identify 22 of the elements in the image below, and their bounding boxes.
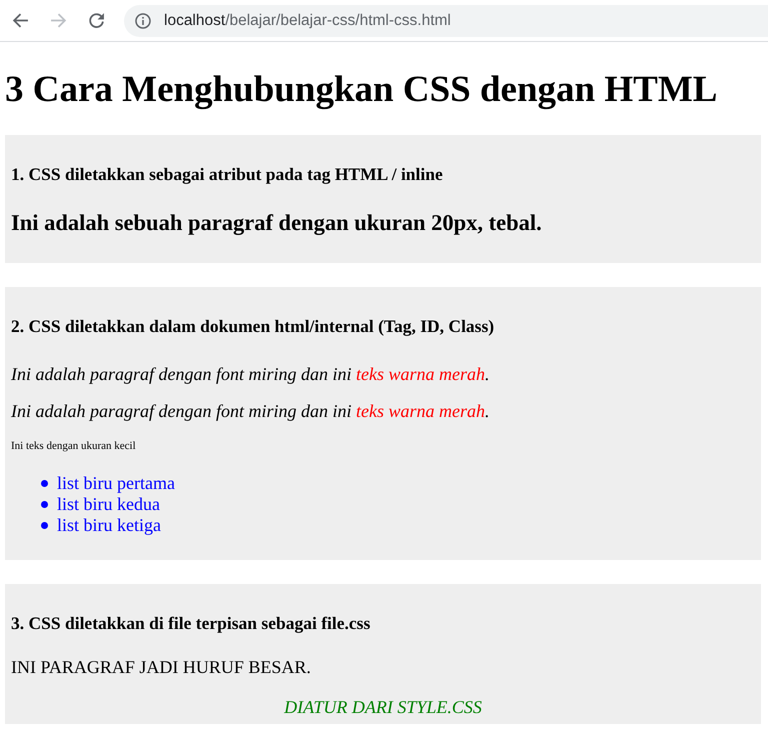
small-text: Ini teks dengan ukuran kecil — [11, 440, 136, 453]
bullet-icon — [41, 480, 48, 487]
list-item: list biru pertama — [57, 473, 175, 494]
list-item: list biru kedua — [57, 494, 160, 515]
left-arrow-icon — [12, 12, 28, 29]
paragraph: INI PARAGRAF JADI HURUF BESAR. — [11, 657, 311, 678]
url-text[interactable]: localhost/belajar/belajar-css/html-css.html — [164, 10, 451, 30]
info-icon — [135, 12, 151, 28]
page-title: 3 Cara Menghubungkan CSS dengan HTML — [5, 68, 718, 111]
section-heading: 3. CSS diletakkan di file terpisan sebagai file.css — [11, 613, 370, 634]
bullet-icon — [41, 501, 48, 508]
section-heading: 1. CSS diletakkan sebagai atribut pada tag HTML / inline — [11, 164, 443, 185]
list-item: list biru ketiga — [57, 515, 161, 536]
paragraph: Ini adalah sebuah paragraf dengan ukuran 20px, tebal. — [11, 210, 542, 236]
bullet-icon — [41, 522, 48, 529]
address-bar[interactable]: localhost/belajar/belajar-css/html-css.html — [124, 4, 768, 36]
note-text: DIATUR DARI STYLE.CSS — [283, 697, 483, 718]
section-heading: 2. CSS diletakkan dalam dokumen html/internal (Tag, ID, Class) — [11, 316, 494, 337]
paragraph: Ini adalah paragraf dengan font miring dan ini teks warna merah. — [11, 364, 490, 385]
reload-icon — [88, 12, 104, 29]
paragraph: Ini adalah paragraf dengan font miring dan ini teks warna merah. — [11, 401, 490, 422]
right-arrow-icon — [50, 12, 66, 29]
